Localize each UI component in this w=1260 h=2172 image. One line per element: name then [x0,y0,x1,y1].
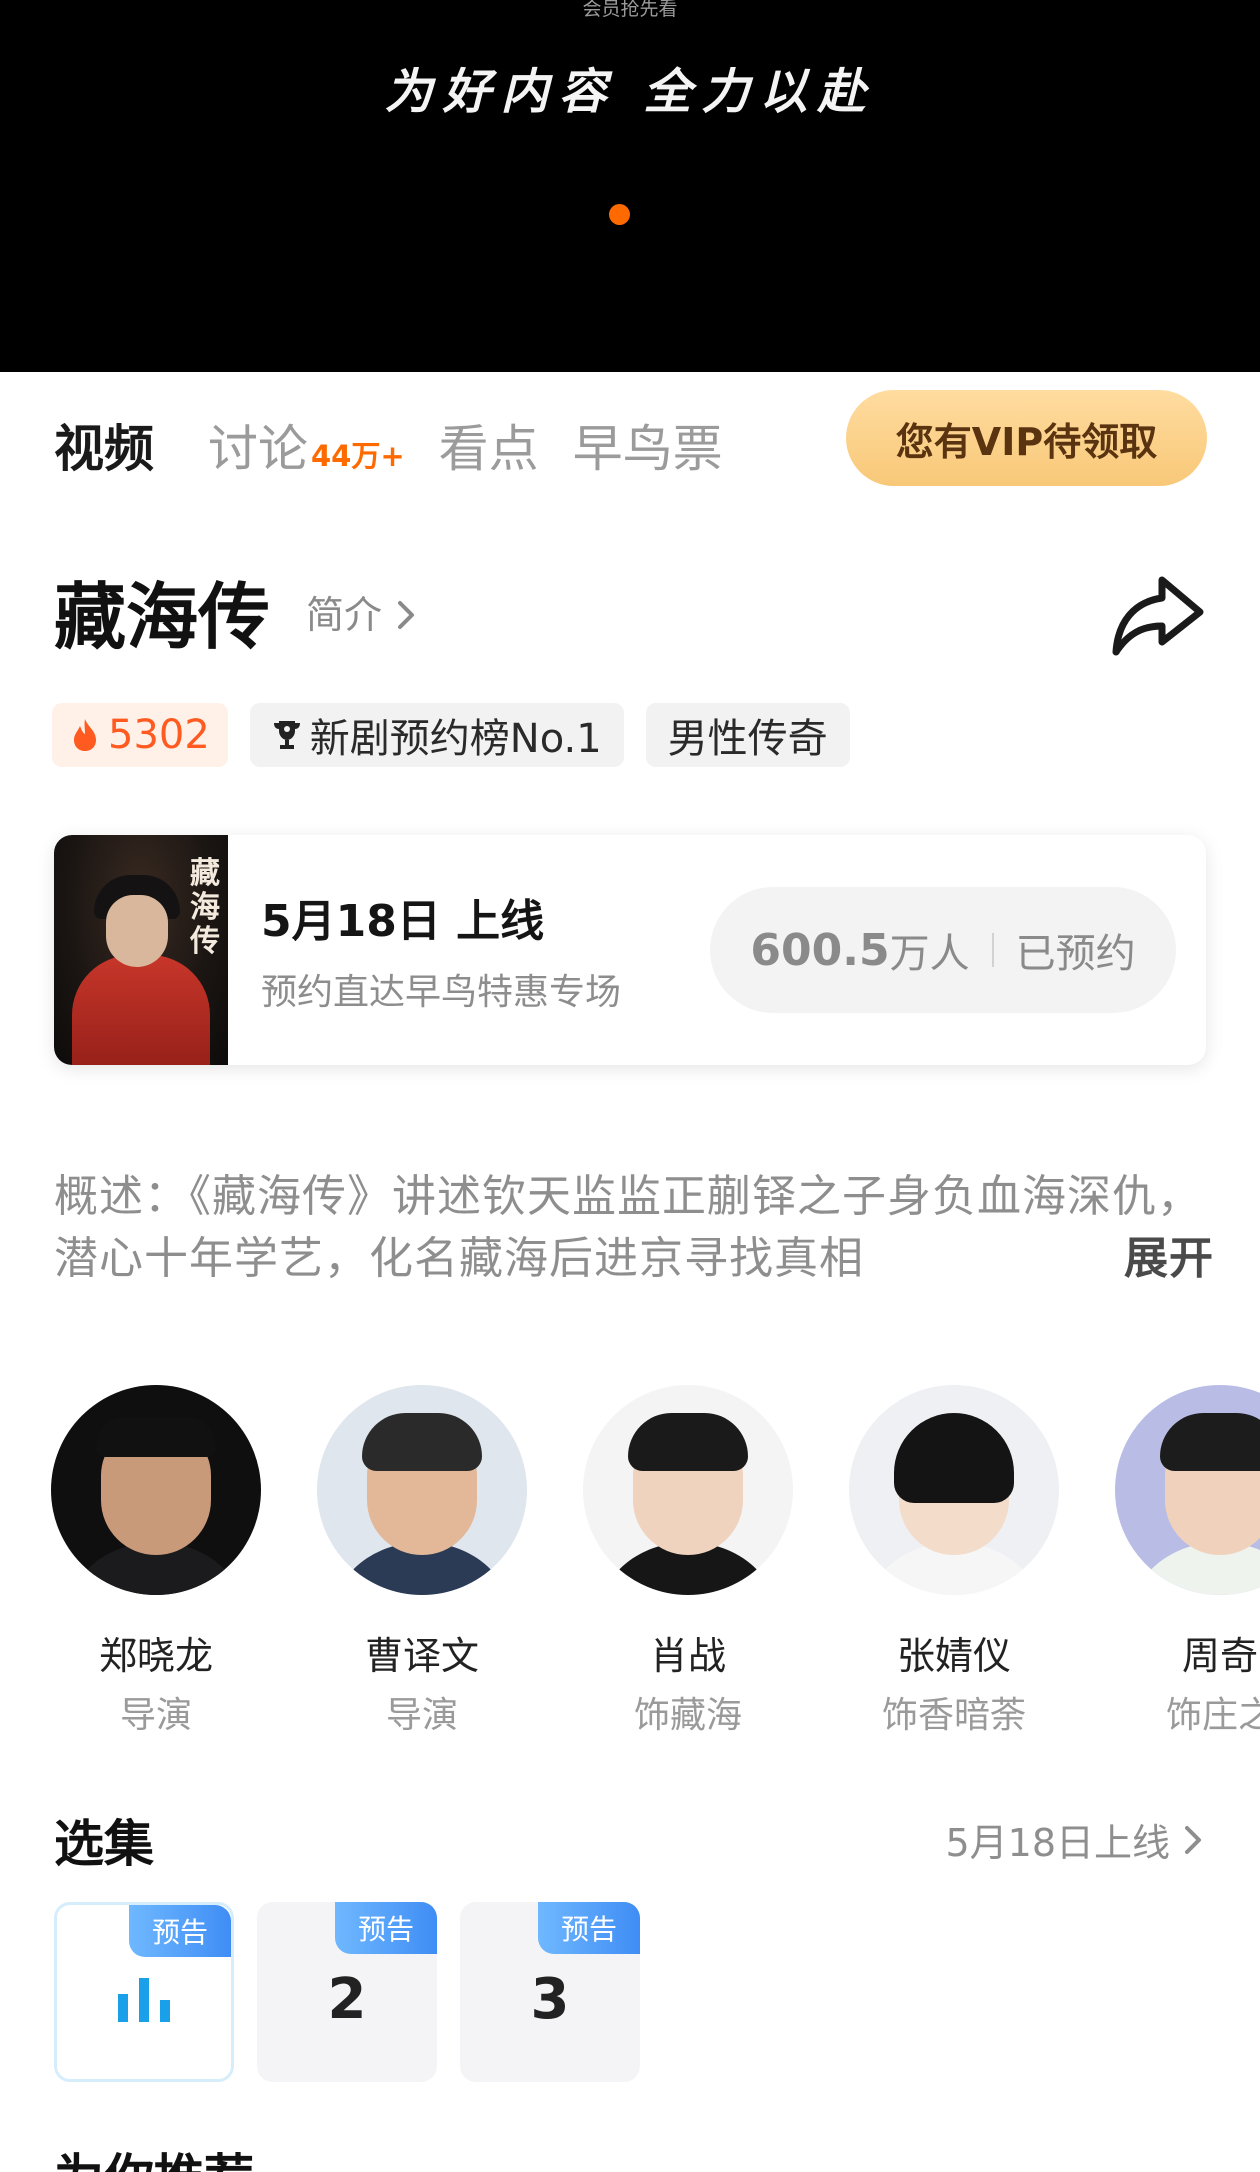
carousel-indicator-dot [609,204,630,225]
reserved-unit: 万人 [889,931,970,977]
cast-member[interactable]: 曹译文 导演 [312,1385,532,1741]
tab-highlights[interactable]: 看点 [439,409,539,481]
cast-list: 郑晓龙 导演 曹译文 导演 肖战 饰藏海 张婧仪 饰香暗荼 周奇 饰庄之 [0,1385,1260,1745]
cast-name: 曹译文 [364,1634,479,1678]
avatar [849,1385,1059,1595]
vip-preview-label: 会员抢先看 [582,0,678,20]
vip-claim-button[interactable]: 您有VIP待领取 [846,390,1207,486]
tab-discussion[interactable]: 讨论 44万+ [208,409,405,481]
heat-value: 5302 [108,712,210,758]
episodes-release-link[interactable]: 5月18日上线 [945,1812,1206,1867]
cast-member[interactable]: 周奇 饰庄之 [1110,1385,1260,1741]
synopsis: 概述：《藏海传》讲述钦天监监正蒯铎之子身负血海深仇，潜心十年学艺，化名藏海后进京… [54,1166,1214,1290]
cast-member[interactable]: 张婧仪 饰香暗荼 [844,1385,1064,1741]
genre-label: 男性传奇 [667,716,828,762]
intro-label: 简介 [306,593,383,637]
playing-bars-icon [118,1978,170,2022]
cast-name: 郑晓龙 [98,1634,213,1678]
rank-label: 新剧预约榜No.1 [309,716,602,762]
genre-badge[interactable]: 男性传奇 [645,703,850,767]
release-card[interactable]: 藏海传 5月18日 上线 预约直达早鸟特惠专场 600.5 万人 已预约 [54,835,1206,1065]
tab-highlights-label: 看点 [438,420,539,478]
episode-list: 预告 预告 2 预告 3 [54,1902,663,2082]
intro-link[interactable]: 简介 [306,590,420,640]
episode-item-1[interactable]: 预告 [54,1902,234,2082]
cast-name: 周奇 [1181,1634,1258,1678]
recommend-section-title: 为你推荐 [54,2148,254,2172]
synopsis-text: 概述：《藏海传》讲述钦天监监正蒯铎之子身负血海深仇，潜心十年学艺，化名藏海后进京… [54,1171,1202,1284]
expand-button[interactable]: 展开 [1110,1228,1214,1290]
cast-role: 导演 [385,1695,458,1736]
avatar [1115,1385,1260,1595]
episodes-title: 选集 [54,1815,154,1873]
tag-row: 5302 新剧预约榜No.1 男性传奇 [52,703,872,767]
cast-role: 饰藏海 [633,1695,742,1736]
episode-number: 3 [530,1966,570,2032]
content-tabs: 视频 讨论 44万+ 看点 早鸟票 [54,400,757,490]
poster-title: 藏海传 [190,856,220,959]
avatar [51,1385,261,1595]
cast-name: 肖战 [649,1634,726,1678]
chevron-right-icon [398,601,415,629]
reserved-count: 600.5 [750,924,890,976]
flame-icon [74,719,96,751]
release-date: 5月18日 上线 [261,896,545,947]
tab-early-bird-label: 早鸟票 [572,420,723,478]
trailer-badge: 预告 [335,1902,437,1954]
discussion-count: 44万+ [311,439,405,473]
avatar [583,1385,793,1595]
episode-item-2[interactable]: 预告 2 [257,1902,437,2082]
tab-early-bird[interactable]: 早鸟票 [573,409,723,481]
share-icon[interactable] [1110,572,1206,658]
tab-video[interactable]: 视频 [54,409,154,481]
poster-image: 藏海传 [54,835,228,1065]
tab-video-label: 视频 [54,420,154,478]
cast-member[interactable]: 郑晓龙 导演 [46,1385,266,1741]
cast-member[interactable]: 肖战 饰藏海 [578,1385,798,1741]
tab-discussion-label: 讨论 [208,420,308,478]
chevron-right-icon [1185,1825,1201,1854]
show-title: 藏海传 [54,575,271,659]
divider [991,933,994,967]
trailer-badge: 预告 [538,1902,640,1954]
cast-role: 饰庄之 [1165,1695,1260,1736]
rank-badge[interactable]: 新剧预约榜No.1 [249,703,624,767]
video-player[interactable]: 会员抢先看 为好内容 全力以赴 [0,0,1260,372]
cast-name: 张婧仪 [896,1634,1011,1678]
episodes-release-label: 5月18日上线 [945,1821,1170,1865]
heat-badge[interactable]: 5302 [52,703,228,767]
episode-number: 2 [327,1966,367,2032]
avatar [317,1385,527,1595]
episode-item-3[interactable]: 预告 3 [460,1902,640,2082]
reserved-state: 已预约 [1015,931,1136,977]
trophy-icon [273,721,300,749]
cast-role: 饰香暗荼 [881,1695,1026,1736]
reserve-button[interactable]: 600.5 万人 已预约 [710,887,1176,1013]
banner-slogan: 为好内容 全力以赴 [384,64,876,120]
release-subtitle: 预约直达早鸟特惠专场 [261,972,622,1013]
cast-role: 导演 [119,1695,192,1736]
trailer-badge: 预告 [129,1905,231,1957]
